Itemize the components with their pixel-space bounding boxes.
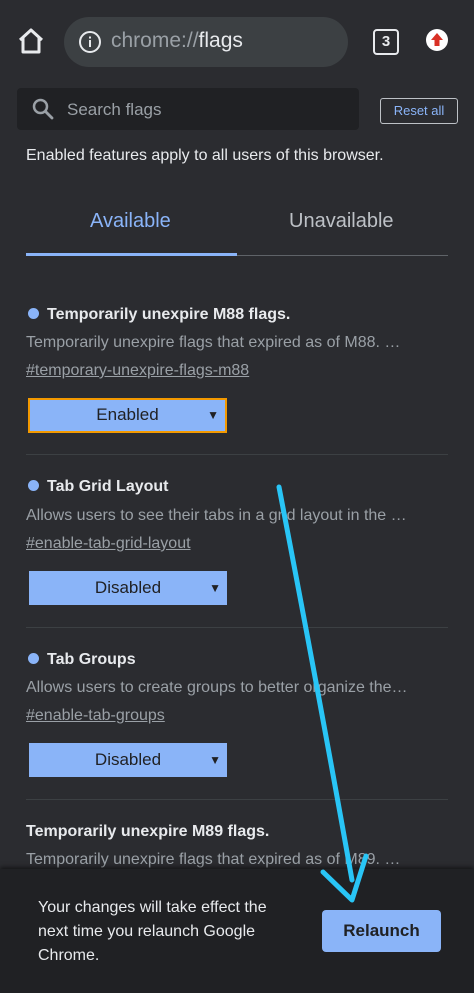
reset-all-button[interactable]: Reset all xyxy=(380,98,458,124)
flags-page: Reset all Enabled features apply to all … xyxy=(0,79,474,993)
browser-toolbar: chrome://flags 3 xyxy=(0,0,474,80)
flag-state-value: Disabled xyxy=(94,578,162,597)
search-bar[interactable] xyxy=(17,88,359,132)
search-input[interactable] xyxy=(65,88,349,132)
url-scheme: chrome:// xyxy=(111,29,199,52)
flag-divider xyxy=(26,799,448,800)
flag-description: Temporarily unexpire flags that expired … xyxy=(26,851,401,868)
flag-state-value: Enabled xyxy=(96,405,159,424)
flag-link[interactable]: #temporary-unexpire-flags-m88 xyxy=(26,362,249,380)
relaunch-message: Your changes will take effect the next t… xyxy=(38,899,267,964)
dropdown-caret-icon: ▼ xyxy=(209,753,221,767)
url-text: chrome://flags xyxy=(111,29,243,53)
dropdown-caret-icon: ▼ xyxy=(207,408,219,422)
relaunch-infobar: Your changes will take effect the next t… xyxy=(0,869,474,993)
flag-divider xyxy=(26,627,448,628)
flag-title-text: Tab Grid Layout xyxy=(47,478,169,495)
tab-unavailable[interactable]: Unavailable xyxy=(289,210,394,233)
flag-title-text: Tab Groups xyxy=(47,651,136,668)
flag-title: Temporarily unexpire M89 flags. xyxy=(26,823,270,840)
enabled-dot-icon xyxy=(28,480,39,491)
flag-state-select[interactable]: Enabled ▼ xyxy=(28,398,227,433)
enabled-dot-icon xyxy=(28,308,39,319)
url-path: flags xyxy=(198,29,243,52)
update-arrow-icon[interactable] xyxy=(425,28,449,52)
enabled-features-notice: Enabled features apply to all users of t… xyxy=(26,147,384,164)
flag-description: Allows users to create groups to better … xyxy=(26,679,408,696)
flag-state-value: Disabled xyxy=(94,750,162,769)
address-bar[interactable]: chrome://flags xyxy=(64,17,348,67)
info-icon[interactable] xyxy=(78,30,102,54)
tab-switcher-button[interactable]: 3 xyxy=(373,29,399,55)
active-tab-indicator xyxy=(26,253,237,256)
flag-description: Allows users to see their tabs in a grid… xyxy=(26,507,407,524)
tab-available[interactable]: Available xyxy=(90,210,171,233)
dropdown-caret-icon: ▼ xyxy=(209,581,221,595)
flag-state-select[interactable]: Disabled ▼ xyxy=(29,571,227,605)
flag-title: Temporarily unexpire M88 flags. xyxy=(28,306,290,324)
flag-divider xyxy=(26,454,448,455)
flag-title: Tab Groups xyxy=(28,651,136,669)
flag-description: Temporarily unexpire flags that expired … xyxy=(26,334,401,351)
relaunch-button[interactable]: Relaunch xyxy=(322,910,441,952)
home-icon[interactable] xyxy=(16,26,46,56)
search-icon xyxy=(32,98,54,120)
flag-link[interactable]: #enable-tab-grid-layout xyxy=(26,535,191,553)
flag-link[interactable]: #enable-tab-groups xyxy=(26,707,165,725)
enabled-dot-icon xyxy=(28,653,39,664)
flag-state-select[interactable]: Disabled ▼ xyxy=(29,743,227,777)
flag-title-text: Temporarily unexpire M88 flags. xyxy=(47,306,291,323)
flag-title: Tab Grid Layout xyxy=(28,478,168,496)
